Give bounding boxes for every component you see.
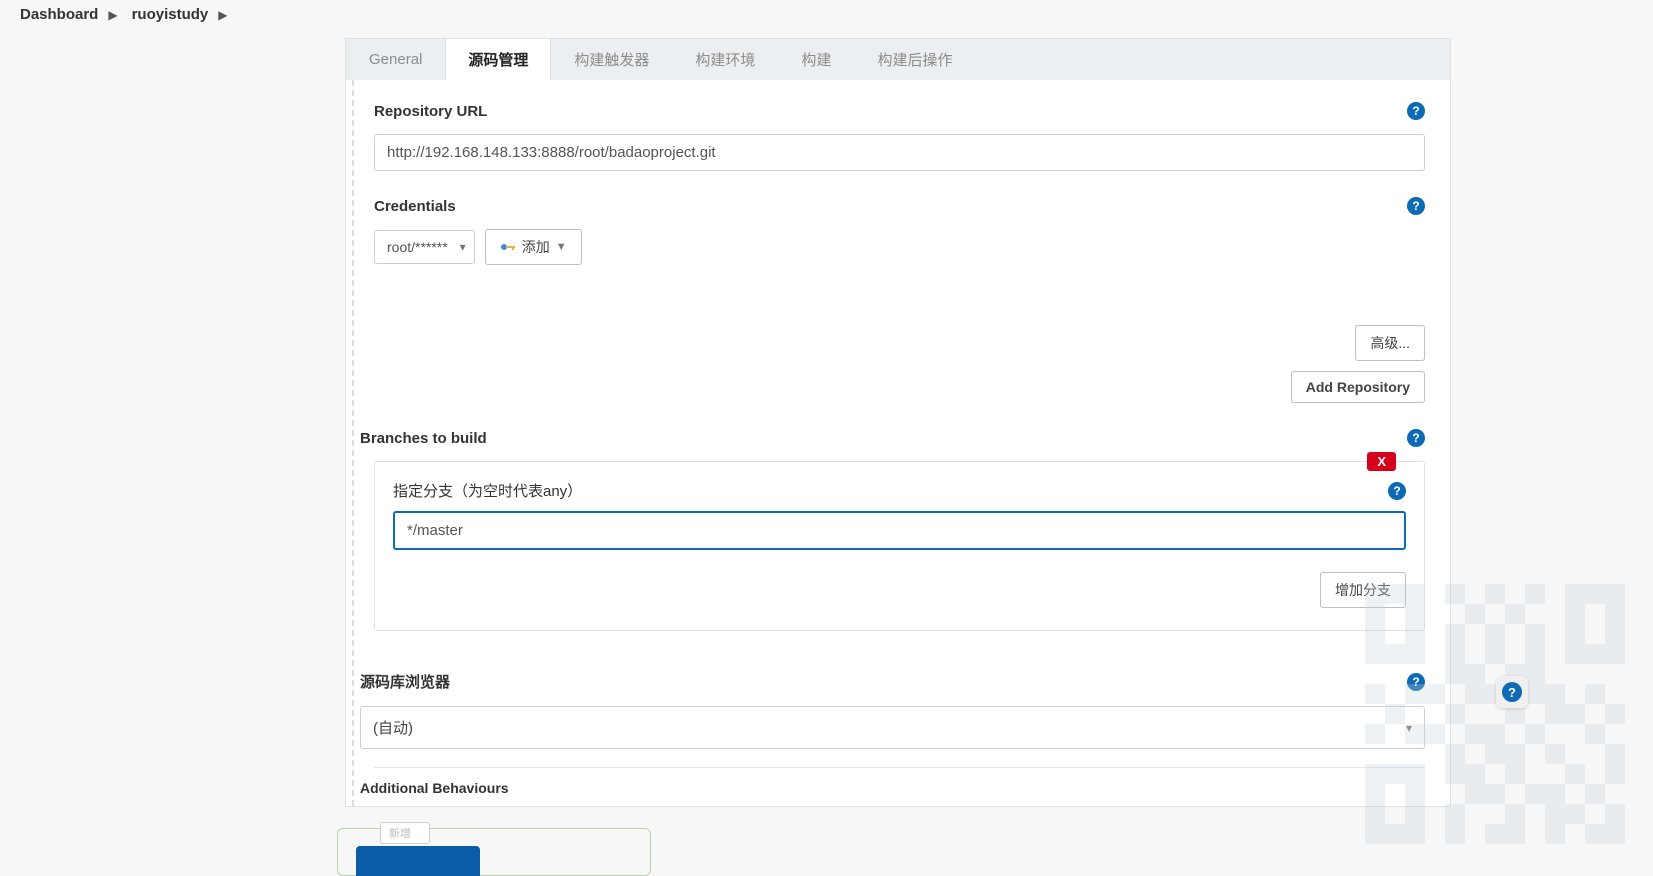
tab-scm[interactable]: 源码管理 [445, 39, 551, 80]
credentials-select[interactable]: root/****** [374, 230, 475, 264]
browser-title: 源码库浏览器 [360, 671, 450, 692]
breadcrumb-job[interactable]: ruoyistudy [132, 6, 209, 23]
behaviours-add-select[interactable]: 新增 [380, 822, 430, 844]
browser-title-row: 源码库浏览器 ? [360, 671, 1425, 692]
repo-browser-select[interactable]: (自动) [360, 706, 1425, 749]
repo-url-label-row: Repository URL ? [374, 102, 1425, 120]
help-icon[interactable]: ? [1407, 429, 1425, 447]
chevron-right-icon: ▶ [108, 8, 117, 22]
tab-build[interactable]: 构建 [778, 39, 854, 80]
help-icon[interactable]: ? [1407, 673, 1425, 691]
help-icon[interactable]: ? [1388, 482, 1406, 500]
branch-specifier-panel: X 指定分支（为空时代表any） ? 增加分支 [374, 461, 1425, 631]
additional-behaviours-title: Additional Behaviours [360, 780, 1425, 796]
add-repository-button[interactable]: Add Repository [1291, 371, 1425, 403]
caret-down-icon: ▼ [556, 241, 567, 253]
key-icon [500, 241, 516, 253]
branches-title: Branches to build [360, 430, 487, 447]
branches-title-row: Branches to build ? [360, 429, 1425, 447]
config-panel: General 源码管理 构建触发器 构建环境 构建 构建后操作 Reposit… [345, 38, 1451, 807]
tab-trigger[interactable]: 构建触发器 [551, 39, 672, 80]
help-icon: ? [1502, 682, 1522, 702]
primary-button[interactable] [356, 846, 480, 876]
repo-url-input[interactable] [374, 134, 1425, 171]
tab-post[interactable]: 构建后操作 [854, 39, 975, 80]
branch-specifier-label: 指定分支（为空时代表any） [393, 480, 582, 501]
breadcrumb: Dashboard ▶ ruoyistudy ▶ [0, 0, 1653, 29]
chevron-right-icon: ▶ [218, 8, 227, 22]
add-credentials-button[interactable]: 添加 ▼ [485, 229, 582, 265]
branch-specifier-input[interactable] [393, 511, 1406, 550]
repo-url-label: Repository URL [374, 103, 487, 120]
scm-panel: Repository URL ? Credentials ? root/****… [345, 80, 1451, 807]
credentials-label: Credentials [374, 198, 456, 215]
help-icon[interactable]: ? [1407, 197, 1425, 215]
add-credentials-label: 添加 [522, 237, 550, 257]
breadcrumb-dashboard[interactable]: Dashboard [20, 6, 98, 23]
config-tabs: General 源码管理 构建触发器 构建环境 构建 构建后操作 [345, 38, 1451, 80]
advanced-button[interactable]: 高级... [1355, 325, 1425, 361]
credentials-label-row: Credentials ? [374, 197, 1425, 215]
tab-env[interactable]: 构建环境 [672, 39, 778, 80]
tab-general[interactable]: General [346, 39, 445, 80]
add-branch-button[interactable]: 增加分支 [1320, 572, 1406, 608]
delete-branch-button[interactable]: X [1367, 452, 1396, 471]
floating-help-button[interactable]: ? [1496, 676, 1528, 708]
help-icon[interactable]: ? [1407, 102, 1425, 120]
